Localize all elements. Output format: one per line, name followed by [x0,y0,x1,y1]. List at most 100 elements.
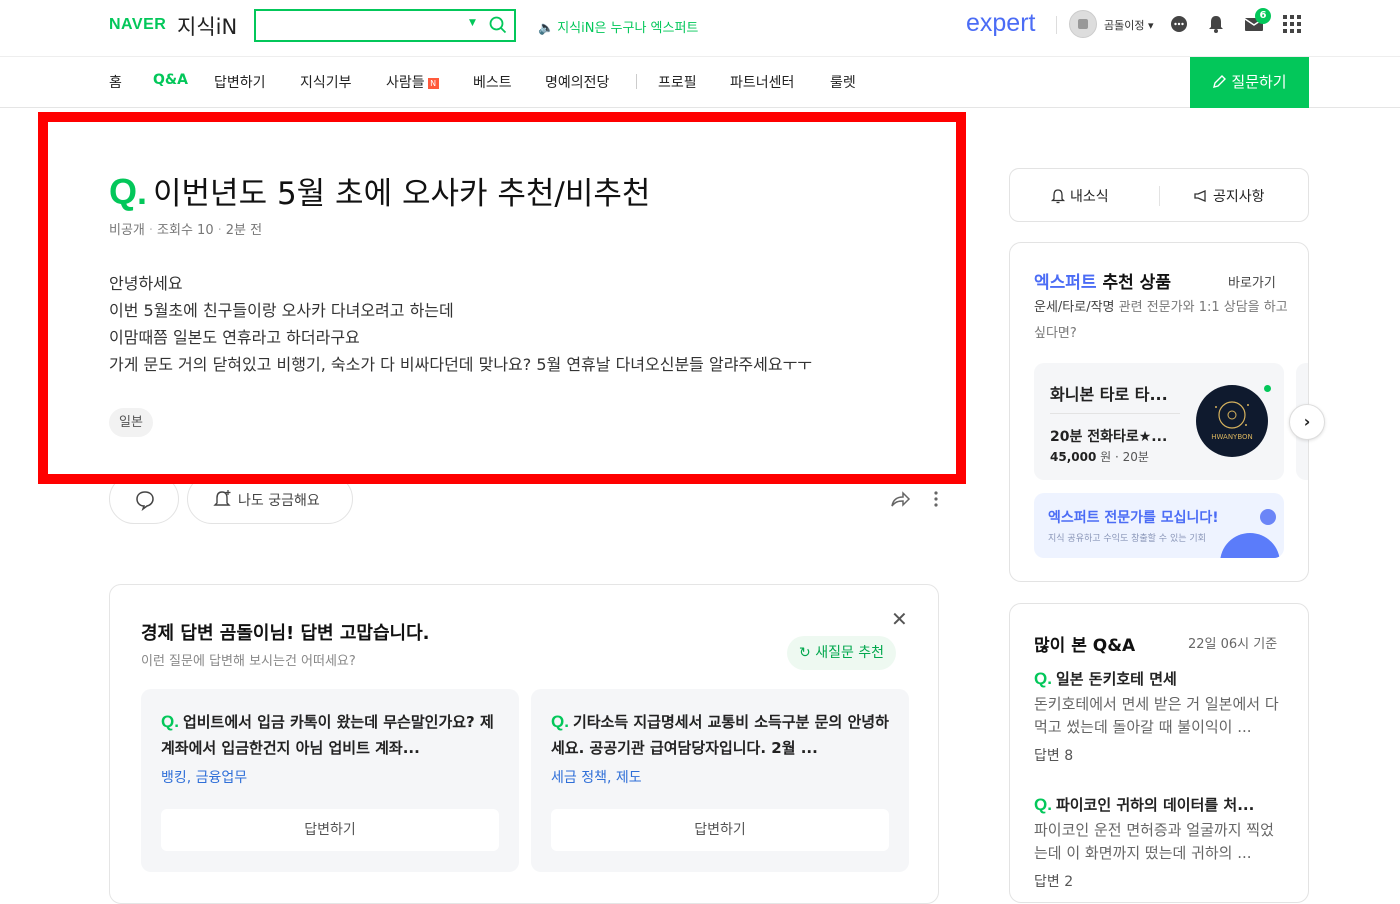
banner-decoration [1260,509,1276,525]
popular-qna-timestamp: 22일 06시 기준 [1188,637,1278,652]
bell-icon[interactable] [1205,13,1227,35]
username-menu[interactable]: 곰돌이정 ▾ [1104,17,1154,33]
online-status-dot [1264,385,1271,392]
kin-logo[interactable]: 지식iN [177,11,237,41]
go-to-link[interactable]: 바로가기 [1228,272,1276,291]
question-mark: Q. [161,712,179,731]
search-icon[interactable] [488,15,508,35]
nav-partner-center[interactable]: 파트너센터 [730,72,794,92]
popular-question-title-text: 일본 돈키호테 면세 [1055,670,1177,688]
nav-qna[interactable]: Q&A [153,72,188,88]
nav-profile[interactable]: 프로필 [658,72,697,92]
expert-name: 화니본 타로 타... [1050,385,1168,404]
highlight-box [38,112,966,484]
more-options-icon[interactable] [930,490,942,508]
nav-hall-of-fame[interactable]: 명예의전당 [545,72,609,92]
divider [1056,16,1057,34]
answer-recommendation-card: 경제 답변 곰돌이님! 답변 고맙습니다. 이런 질문에 답변해 보시는건 어떠… [109,584,939,904]
recommendation-title: 경제 답변 곰돌이님! 답변 고맙습니다. [141,623,430,644]
banner-decoration [1220,533,1280,558]
recommended-question-body: 업비트에서 입금 카톡이 왔는데 무슨말인가요? 제 계좌에서 입금한건지 아님… [161,713,494,757]
sidebar-tabs: 내소식 공지사항 [1009,168,1309,222]
nav-people-label: 사람들 [386,75,425,91]
expert-image-label: HWANYBON [1211,433,1253,441]
nav-answer[interactable]: 답변하기 [214,72,266,92]
question-mark: Q. [551,712,569,731]
question-mark: Q. [1034,669,1052,688]
popular-qna-card: 많이 본 Q&A 22일 06시 기준 Q. 일본 돈키호테 면세 돈키호테에서 … [1009,603,1309,903]
bell-plus-icon [213,490,231,506]
recommended-question[interactable]: Q. 업비트에서 입금 카톡이 왔는데 무슨말인가요? 제 계좌에서 입금한건지 … [141,689,519,872]
tab-notice-label: 공지사항 [1213,189,1265,205]
popular-qna-item[interactable]: Q. 일본 돈키호테 면세 돈키호테에서 면세 받은 거 일본에서 다 먹고 썼는… [1034,668,1284,765]
mail-count-badge: 6 [1255,8,1271,24]
answer-count: 답변 2 [1034,874,1074,890]
product-price-amount: 45,000 [1050,450,1097,464]
ask-question-label: 질문하기 [1231,73,1287,91]
pencil-icon [1213,75,1227,88]
bell-icon [1050,189,1066,204]
main-nav: 홈 Q&A 답변하기 지식기부 사람들 N 베스트 명예의전당 프로필 파트너센터… [0,57,1400,108]
nav-best[interactable]: 베스트 [473,72,512,92]
expert-card-title: 엑스퍼트 추천 상품 [1034,268,1171,293]
expert-card-description: 운세/타로/작명 관련 전문가와 1:1 상담을 하고 싶다면? [1034,295,1294,347]
ask-question-button[interactable]: 질문하기 [1190,57,1309,108]
nav-home[interactable]: 홈 [109,72,122,92]
popular-qna-title: 많이 본 Q&A [1034,636,1136,656]
popular-answer-preview: 파이코인 운전 면허증과 얼굴까지 찍었는데 이 화면까지 떴는데 귀하의 ..… [1034,821,1274,862]
tarot-emblem-icon [1215,401,1249,429]
comment-icon [136,491,154,511]
product-title: 20분 전화타로★... [1050,429,1168,445]
search-box: ▼ [254,9,516,42]
nav-divider [636,74,637,89]
search-dropdown-icon[interactable]: ▼ [469,18,476,28]
expert-notice-link[interactable]: 🔈 지식iN은 누구나 엑스퍼트 [538,17,698,36]
expert-recruit-banner[interactable]: 엑스퍼트 전문가를 모십니다! 지식 공유하고 수익도 창출할 수 있는 기회 [1034,493,1284,558]
speaker-icon: 🔈 [538,21,555,36]
nav-roulette[interactable]: 룰렛 [830,72,856,92]
popular-qna-item[interactable]: Q. 파이코인 귀하의 데이터를 처... 파이코인 운전 면허증과 얼굴까지 찍… [1034,794,1284,891]
nav-donate[interactable]: 지식기부 [300,72,352,92]
nav-people[interactable]: 사람들 N [386,72,439,92]
close-icon[interactable]: ✕ [891,607,908,631]
popular-question-title-text: 파이코인 귀하의 데이터를 처... [1055,796,1255,814]
expert-recommend-card: 엑스퍼트 추천 상품 바로가기 운세/타로/작명 관련 전문가와 1:1 상담을… [1009,242,1309,582]
recommended-question-category[interactable]: 세금 정책, 제도 [551,767,642,787]
recommended-question-text[interactable]: Q. 업비트에서 입금 카톡이 왔는데 무슨말인가요? 제 계좌에서 입금한건지 … [161,709,501,761]
top-bar: NAVER 지식iN ▼ 🔈 지식iN은 누구나 엑스퍼트 expert 곰돌이정… [0,0,1400,57]
expert-profile-image: HWANYBON [1196,385,1268,457]
expert-logo[interactable]: expert [966,9,1035,38]
recommended-question-body: 기타소득 지급명세서 교통비 소득구분 문의 안녕하세요. 공공기관 급여담당자… [551,713,889,757]
expert-card-title-rest: 추천 상품 [1096,273,1171,293]
me-too-curious-label: 나도 궁금해요 [238,493,320,509]
avatar[interactable] [1069,10,1097,38]
search-input[interactable] [262,15,462,37]
answer-button[interactable]: 답변하기 [161,809,499,851]
expert-recruit-subtitle: 지식 공유하고 수익도 창출할 수 있는 기회 [1048,534,1206,544]
apps-grid-icon[interactable] [1281,13,1303,35]
popular-question-title: Q. 일본 돈키호테 면세 [1034,668,1284,689]
recommended-question-category[interactable]: 뱅킹, 금융업무 [161,767,247,787]
divider [1159,186,1160,206]
answer-button[interactable]: 답변하기 [551,809,889,851]
product-price: 45,000 원 · 20분 [1050,448,1149,465]
tab-notice[interactable]: 공지사항 [1193,186,1265,206]
recommended-question-text[interactable]: Q. 기타소득 지급명세서 교통비 소득구분 문의 안녕하세요. 공공기관 급여담… [551,709,891,761]
share-icon[interactable] [889,489,911,509]
expert-recruit-title: 엑스퍼트 전문가를 모십니다! [1048,510,1219,526]
tab-my-news-label: 내소식 [1070,189,1109,205]
question-mark: Q. [1034,795,1052,814]
naver-logo[interactable]: NAVER [109,16,166,34]
refresh-icon: ↻ [799,645,816,661]
new-badge: N [427,78,439,89]
expert-product-card[interactable]: 화니본 타로 타... 20분 전화타로★... 45,000 원 · 20분 … [1034,363,1284,480]
recommendation-subtitle: 이런 질문에 답변해 보시는건 어떠세요? [141,654,356,669]
new-question-recommend-button[interactable]: ↻ 새질문 추천 [787,636,897,670]
recommended-question[interactable]: Q. 기타소득 지급명세서 교통비 소득구분 문의 안녕하세요. 공공기관 급여담… [531,689,909,872]
tab-my-news[interactable]: 내소식 [1050,186,1109,206]
answer-count: 답변 8 [1034,748,1074,764]
chevron-right-icon[interactable]: › [1289,404,1325,440]
popular-question-title: Q. 파이코인 귀하의 데이터를 처... [1034,794,1284,815]
chat-icon[interactable] [1168,13,1190,35]
expert-card-title-brand: 엑스퍼트 [1034,273,1097,293]
